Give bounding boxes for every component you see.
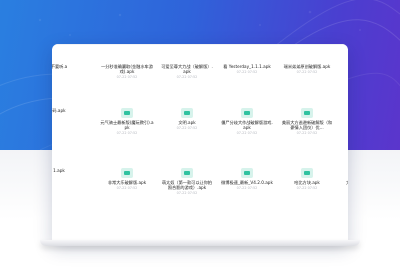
file-name: 非常大乐破解版.apk	[107, 180, 147, 185]
file-item[interactable]: 可爱至尊大力战（破解版）.apk 07-22 07:52	[160, 64, 214, 79]
file-item[interactable]: 看 Yesterday_1.1.1.apk 07-22 07:52	[220, 64, 274, 74]
file-date: 07-22 07:52	[176, 75, 198, 80]
file-item[interactable]: 码.apk	[52, 108, 86, 113]
file-name: 僵尸分歧大作战破解版游戏.apk	[221, 120, 273, 131]
file-item[interactable]: 1.apk	[52, 168, 86, 173]
file-date: 07-22 07:52	[176, 191, 198, 196]
file-name: 可爱至尊大力战（破解版）.apk	[161, 64, 213, 75]
file-name: 瑞米弟弟原创破解版.apk	[283, 64, 331, 69]
apk-file-icon	[241, 168, 253, 178]
file-item[interactable]: 不要听.a	[52, 64, 86, 69]
file-name: 码.apk	[52, 108, 66, 113]
file-item[interactable]: 瑞米弟弟原创破解版.apk 07-22 07:52	[280, 64, 334, 74]
apk-file-icon	[121, 168, 133, 178]
file-item[interactable]: 微博极速_最新_V4.2.0.apk 07-22 07:52	[220, 168, 274, 190]
apk-file-icon	[181, 108, 193, 118]
file-item[interactable]: 僵尸分歧大作战破解版游戏.apk 07-22 07:52	[220, 108, 274, 135]
file-name: 哈比方块.apk	[294, 180, 320, 185]
file-item[interactable]: 僵尸战场破解版本07-22 07:5	[340, 108, 348, 130]
file-name: 元气骑士最新版(魔玩教引).apk	[100, 120, 154, 131]
file-item[interactable]: 美丽大方逃避新破解版（和豪情入团仪）优... 07-22 07:52	[280, 108, 334, 135]
file-date: 07-22 07:52	[296, 70, 318, 75]
file-date: 07-22 07:5	[340, 186, 348, 190]
file-item[interactable]: 元气骑士最新版(魔玩教引).apk 07-22 07:52	[100, 108, 154, 135]
file-date: 07-22 07:5	[340, 126, 348, 130]
file-name: 萌太奴（第一款可以让你拍照合影的游戏）.apk	[161, 180, 213, 191]
file-date: 07-22 07:52	[116, 131, 138, 136]
apk-file-icon	[181, 168, 193, 178]
apk-file-icon	[301, 108, 313, 118]
file-name: 不要听.a	[52, 64, 68, 69]
file-item[interactable]: 非常大乐破解版.apk 07-22 07:52	[100, 168, 154, 190]
file-date: 07-22 07:52	[176, 126, 198, 131]
file-item[interactable]: 萌太奴（第一款可以让你拍照合影的游戏）.apk 07-22 07:52	[160, 168, 214, 195]
file-date: 07-22 07:52	[236, 131, 258, 136]
file-date: 07-22 07:52	[236, 186, 258, 191]
file-item[interactable]: 零创冒险1.007-22 07:5	[340, 64, 348, 74]
file-name: 一分秒准确赢取(金融水车游戏).apk	[101, 64, 153, 75]
file-item[interactable]: 大家都来找茬破解版本07-22 07:5	[340, 168, 348, 190]
file-date: 07-22 07:52	[116, 186, 138, 191]
file-date: 07-22 07:52	[116, 75, 138, 80]
file-name: 1.apk	[53, 168, 65, 173]
apk-file-icon	[241, 108, 253, 118]
file-name: 微博极速_最新_V4.2.0.apk	[221, 180, 273, 185]
file-grid: 不要听.a 一分秒准确赢取(金融水车游戏).apk 07-22 07:52 可爱至尊大…	[52, 44, 348, 242]
file-date: 07-22 07:5	[340, 70, 348, 74]
file-name: 看 Yesterday_1.1.1.apk	[223, 64, 271, 69]
laptop-screen: 不要听.a 一分秒准确赢取(金融水车游戏).apk 07-22 07:52 可爱至尊大…	[52, 44, 348, 242]
file-date: 07-22 07:52	[236, 70, 258, 75]
file-name: 大家都来找茬破解版本	[340, 180, 348, 185]
file-name: 美丽大方逃避新破解版（和豪情入团仪）优...	[281, 120, 333, 131]
file-name: 文明.apk	[178, 120, 196, 125]
file-name: 零创冒险1.0	[340, 64, 348, 69]
file-item[interactable]: 哈比方块.apk 07-22 07:52	[280, 168, 334, 190]
file-date: 07-22 07:52	[296, 131, 318, 136]
apk-file-icon	[121, 108, 133, 118]
laptop-base	[40, 240, 360, 246]
file-date: 07-22 07:52	[296, 186, 318, 191]
file-name: 僵尸战场破解版本	[340, 120, 348, 125]
apk-file-icon	[301, 168, 313, 178]
file-item[interactable]: 一分秒准确赢取(金融水车游戏).apk 07-22 07:52	[100, 64, 154, 79]
file-item[interactable]: 文明.apk 07-22 07:52	[160, 108, 214, 130]
